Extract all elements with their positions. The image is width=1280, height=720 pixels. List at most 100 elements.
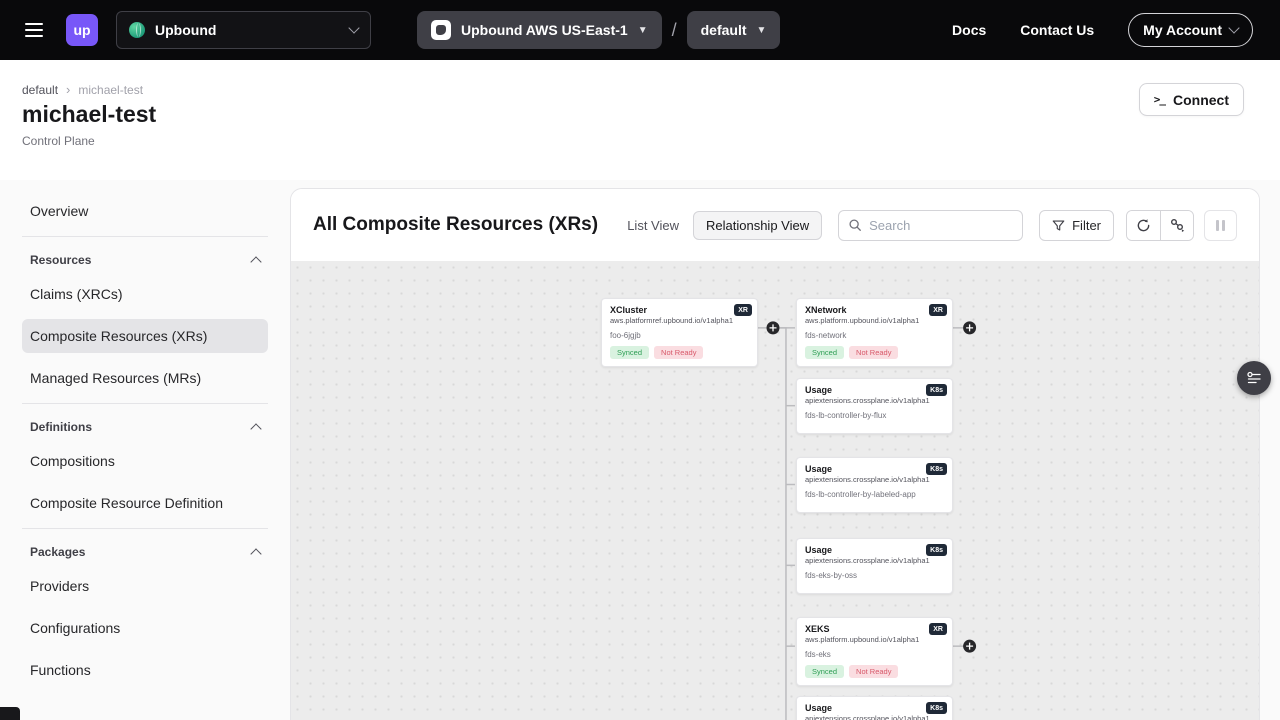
- pause-button[interactable]: [1204, 210, 1237, 241]
- resource-kind-badge: K8s: [926, 702, 947, 714]
- contact-us-link[interactable]: Contact Us: [1020, 22, 1094, 38]
- node-title: Usage: [805, 703, 944, 713]
- caret-down-icon: ▼: [757, 25, 767, 36]
- graph-node[interactable]: K8sUsageapiextensions.crossplane.io/v1al…: [796, 696, 953, 720]
- caret-down-icon: ▼: [638, 25, 648, 36]
- sidebar-section-header[interactable]: Resources: [22, 249, 268, 277]
- globe-icon: [129, 22, 145, 38]
- sidebar-section-header[interactable]: Packages: [22, 541, 268, 569]
- status-badge: Not Ready: [849, 346, 898, 359]
- canvas-action-group: [1126, 210, 1194, 241]
- node-title: Usage: [805, 464, 944, 474]
- graph-node[interactable]: K8sUsageapiextensions.crossplane.io/v1al…: [796, 457, 953, 513]
- chevron-down-icon: [1228, 22, 1239, 33]
- hamburger-menu-icon[interactable]: [16, 12, 52, 48]
- filter-label: Filter: [1072, 218, 1101, 233]
- breadcrumb-default[interactable]: default: [22, 83, 58, 97]
- sidebar-section: PackagesProviders Configurations Functions: [22, 528, 268, 687]
- resource-kind-badge: XR: [929, 304, 947, 316]
- docs-link[interactable]: Docs: [952, 22, 986, 38]
- sidebar-item-overview[interactable]: Overview: [22, 194, 268, 228]
- graph-node[interactable]: XRXNetworkaws.platform.upbound.io/v1alph…: [796, 298, 953, 367]
- sidebar-item[interactable]: Compositions: [22, 444, 268, 478]
- node-name: fds-eks-by-oss: [805, 571, 944, 580]
- toolbar: All Composite Resources (XRs) List View …: [291, 189, 1259, 261]
- filter-button[interactable]: Filter: [1039, 210, 1114, 241]
- terminal-icon: >_: [1154, 93, 1165, 106]
- sidebar: Overview Resources Claims (XRCs) Composite…: [0, 180, 290, 720]
- upbound-logo[interactable]: up: [66, 14, 98, 46]
- node-api-version: apiextensions.crossplane.io/v1alpha1: [805, 714, 944, 720]
- org-dropdown[interactable]: Upbound: [116, 11, 371, 49]
- resource-kind-badge: K8s: [926, 384, 947, 396]
- node-statuses: Synced Not Ready: [610, 346, 749, 359]
- divider: [22, 236, 268, 237]
- space-dropdown-label: Upbound AWS US-East-1: [461, 22, 628, 38]
- sidebar-section: Resources Claims (XRCs) Composite Resource…: [22, 236, 268, 395]
- resource-kind-badge: XR: [734, 304, 752, 316]
- sidebar-item[interactable]: Providers: [22, 569, 268, 603]
- connect-label: Connect: [1173, 92, 1229, 108]
- tab-relationship-view[interactable]: Relationship View: [693, 211, 822, 240]
- search-input[interactable]: [869, 218, 999, 233]
- status-badge: Synced: [805, 346, 844, 359]
- node-api-version: aws.platform.upbound.io/v1alpha1: [805, 635, 944, 644]
- sidebar-item[interactable]: Configurations: [22, 611, 268, 645]
- graph-node[interactable]: K8sUsageapiextensions.crossplane.io/v1al…: [796, 378, 953, 434]
- sidebar-section: Definitions Compositions Composite Resourc…: [22, 403, 268, 520]
- graph-node[interactable]: K8sUsageapiextensions.crossplane.io/v1al…: [796, 538, 953, 594]
- breadcrumb-current: michael-test: [78, 83, 143, 97]
- refresh-button[interactable]: [1127, 211, 1160, 240]
- sidebar-section-title: Definitions: [30, 420, 92, 434]
- corner-widget[interactable]: [0, 707, 20, 720]
- search-icon: [848, 218, 862, 232]
- graph-edges: [291, 261, 1259, 720]
- sidebar-item[interactable]: Managed Resources (MRs): [22, 361, 268, 395]
- graph-settings-icon: [1169, 217, 1185, 233]
- node-api-version: apiextensions.crossplane.io/v1alpha1: [805, 475, 944, 484]
- pause-icon: [1216, 220, 1219, 231]
- node-api-version: apiextensions.crossplane.io/v1alpha1: [805, 556, 944, 565]
- sidebar-section-title: Resources: [30, 253, 91, 267]
- node-title: XCluster: [610, 305, 749, 315]
- divider: [22, 403, 268, 404]
- connect-button[interactable]: >_ Connect: [1139, 83, 1244, 116]
- chevron-up-icon: [250, 256, 261, 267]
- node-title: Usage: [805, 385, 944, 395]
- chevron-up-icon: [250, 423, 261, 434]
- node-statuses: Synced Not Ready: [805, 346, 944, 359]
- sidebar-item[interactable]: Composite Resource Definition: [22, 486, 268, 520]
- refresh-icon: [1136, 218, 1151, 233]
- tab-list-view[interactable]: List View: [627, 218, 679, 233]
- node-title: XEKS: [805, 624, 944, 634]
- my-account-label: My Account: [1143, 22, 1222, 38]
- legend-button[interactable]: [1237, 361, 1271, 395]
- main-title: All Composite Resources (XRs): [313, 214, 598, 236]
- node-name: foo-6jgjb: [610, 331, 749, 340]
- status-badge: Not Ready: [654, 346, 703, 359]
- node-statuses: SyncedNot Ready: [805, 665, 944, 678]
- group-dropdown[interactable]: default ▼: [687, 11, 781, 49]
- graph-node[interactable]: XRXEKSaws.platform.upbound.io/v1alpha1fd…: [796, 617, 953, 686]
- sidebar-section-header[interactable]: Definitions: [22, 416, 268, 444]
- search-box[interactable]: [838, 210, 1023, 241]
- org-dropdown-label: Upbound: [155, 22, 216, 38]
- filter-list-icon: [1246, 370, 1262, 386]
- sidebar-item[interactable]: Composite Resources (XRs): [22, 319, 268, 353]
- node-title: Usage: [805, 545, 944, 555]
- sidebar-item[interactable]: Functions: [22, 653, 268, 687]
- graph-node[interactable]: XRXClusteraws.platformref.upbound.io/v1a…: [601, 298, 758, 367]
- my-account-button[interactable]: My Account: [1128, 13, 1253, 47]
- status-badge: Synced: [805, 665, 844, 678]
- group-dropdown-label: default: [701, 22, 747, 38]
- resource-kind-badge: K8s: [926, 544, 947, 556]
- status-badge: Synced: [610, 346, 649, 359]
- sidebar-sections: Resources Claims (XRCs) Composite Resource…: [22, 236, 268, 687]
- auto-layout-button[interactable]: [1160, 211, 1193, 240]
- space-dropdown[interactable]: Upbound AWS US-East-1 ▼: [417, 11, 662, 49]
- divider: [22, 528, 268, 529]
- node-title: XNetwork: [805, 305, 944, 315]
- sidebar-item[interactable]: Claims (XRCs): [22, 277, 268, 311]
- relationship-canvas[interactable]: XRXClusteraws.platformref.upbound.io/v1a…: [291, 261, 1259, 720]
- resource-kind-badge: K8s: [926, 463, 947, 475]
